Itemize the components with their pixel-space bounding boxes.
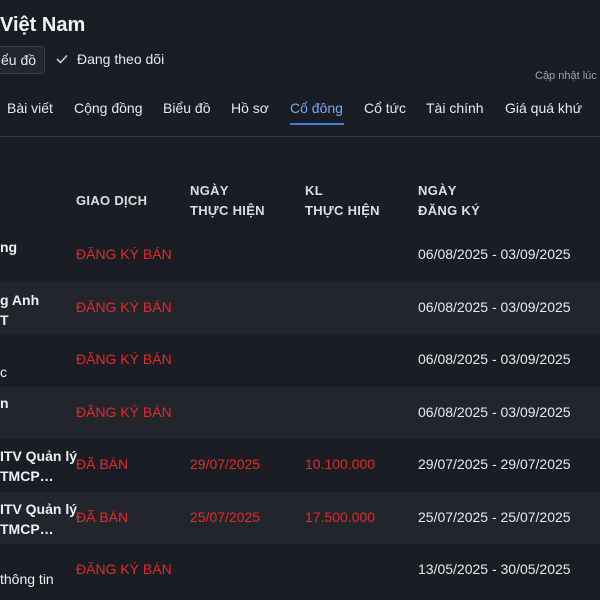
tab-posts[interactable]: Bài viết	[7, 100, 53, 116]
shareholder-name: thông tin	[0, 549, 54, 589]
col-header-exec-date-line1: NGÀY	[190, 183, 229, 198]
shareholder-transactions-table: GIAO DỊCH NGÀY THỰC HIỆN KL THỰC HIỆN NG…	[0, 137, 600, 597]
reg-date-range: 13/05/2025 - 30/05/2025	[418, 561, 571, 577]
col-header-reg-date: NGÀY ĐĂNG KÝ	[418, 181, 480, 221]
shareholder-name: n	[0, 393, 9, 413]
tab-chart[interactable]: Biểu đồ	[163, 100, 210, 116]
shareholder-name-line2: TMCP…	[0, 520, 54, 537]
reg-date-range: 06/08/2025 - 03/09/2025	[418, 246, 571, 262]
col-header-exec-date-line2: THỰC HIỆN	[190, 203, 265, 218]
transaction-type: ĐĂNG KÝ BÁN	[76, 298, 172, 315]
col-header-volume: KL THỰC HIỆN	[305, 181, 380, 221]
tab-financials[interactable]: Tài chính	[426, 100, 484, 116]
shareholder-name-line1: ng	[0, 239, 18, 255]
transaction-type: ĐĂNG KÝ BÁN	[76, 351, 172, 367]
shareholder-name-line1	[0, 549, 54, 569]
reg-date-range: 25/07/2025 - 25/07/2025	[418, 508, 571, 525]
tab-community[interactable]: Cộng đồng	[74, 100, 143, 116]
table-row[interactable]: n ĐĂNG KÝ BÁN 06/08/2025 - 03/09/2025	[0, 386, 600, 439]
reg-date-range: 06/08/2025 - 03/09/2025	[418, 351, 571, 367]
shareholder-name-line2: c	[0, 364, 7, 380]
shareholder-name-line1: g Anh	[0, 291, 40, 308]
reg-date-range: 06/08/2025 - 03/09/2025	[418, 403, 571, 420]
reg-date-range: 29/07/2025 - 29/07/2025	[418, 456, 571, 472]
table-row[interactable]: c ĐĂNG KÝ BÁN 06/08/2025 - 03/09/2025	[0, 334, 600, 387]
transaction-type: ĐÃ BÁN	[76, 456, 129, 472]
col-header-reg-date-line1: NGÀY	[418, 183, 457, 198]
follow-button[interactable]: Đang theo dõi	[56, 51, 164, 67]
tab-bar: Bài viết Cộng đồng Biểu đồ Hồ sơ Cổ đông…	[0, 92, 600, 137]
reg-date-range: 06/08/2025 - 03/09/2025	[418, 298, 571, 315]
last-updated-label: Cập nhật lúc	[535, 70, 597, 82]
shareholder-name-line2: thông tin	[0, 571, 54, 587]
table-row[interactable]: g Anh T ĐĂNG KÝ BÁN 06/08/2025 - 03/09/2…	[0, 281, 600, 334]
active-tab-indicator	[290, 123, 344, 125]
shareholder-name-line1: ITV Quản lý	[0, 448, 78, 464]
col-header-exec-date: NGÀY THỰC HIỆN	[190, 181, 265, 221]
tab-profile[interactable]: Hồ sơ	[231, 100, 269, 116]
exec-volume: 10.100.000	[305, 456, 376, 472]
table-row[interactable]: thông tin ĐĂNG KÝ BÁN 13/05/2025 - 30/05…	[0, 544, 600, 597]
table-row[interactable]: ITV Quản lý TMCP… ĐÃ BÁN 29/07/2025 10.1…	[0, 439, 600, 492]
tab-dividends[interactable]: Cổ tức	[364, 100, 406, 116]
transaction-type: ĐĂNG KÝ BÁN	[76, 403, 172, 420]
col-header-volume-line1: KL	[305, 183, 323, 198]
shareholder-name-line1	[0, 342, 7, 362]
col-header-volume-line2: THỰC HIỆN	[305, 203, 380, 218]
shareholder-name: ITV Quản lý TMCP…	[0, 499, 77, 539]
shareholder-name: g Anh T	[0, 290, 39, 330]
shareholder-name-line2: T	[0, 311, 9, 328]
exec-date: 29/07/2025	[190, 456, 261, 472]
tab-price-history[interactable]: Giá quá khứ	[505, 100, 582, 116]
table-row[interactable]: ITV Quản lý TMCP… ĐÃ BÁN 25/07/2025 17.5…	[0, 491, 600, 544]
transaction-type: ĐĂNG KÝ BÁN	[76, 246, 172, 262]
shareholder-name-line2: TMCP…	[0, 468, 54, 484]
exec-volume: 17.500.000	[305, 508, 376, 525]
tab-shareholders[interactable]: Cổ đông	[290, 100, 343, 116]
page-title: Việt Nam	[0, 14, 86, 36]
shareholder-name-line1: n	[0, 394, 9, 411]
shareholder-name: ITV Quản lý TMCP…	[0, 446, 77, 486]
follow-label: Đang theo dõi	[77, 51, 165, 67]
exec-date: 25/07/2025	[190, 508, 261, 525]
chart-button[interactable]: ểu đồ	[0, 46, 46, 74]
check-icon	[56, 54, 68, 64]
table-row[interactable]: ng ĐĂNG KÝ BÁN 06/08/2025 - 03/09/2025	[0, 229, 600, 282]
transaction-type: ĐĂNG KÝ BÁN	[76, 561, 172, 577]
shareholder-name-line1: ITV Quản lý	[0, 500, 78, 517]
shareholder-name: c	[0, 342, 7, 382]
shareholders-page: Việt Nam ểu đồ Đang theo dõi Cập nhật lú…	[0, 0, 600, 600]
table-header: GIAO DỊCH NGÀY THỰC HIỆN KL THỰC HIỆN NG…	[0, 137, 600, 229]
shareholder-name: ng	[0, 237, 17, 257]
col-header-reg-date-line2: ĐĂNG KÝ	[418, 203, 481, 218]
transaction-type: ĐÃ BÁN	[76, 508, 129, 525]
col-header-transaction: GIAO DỊCH	[76, 193, 148, 208]
